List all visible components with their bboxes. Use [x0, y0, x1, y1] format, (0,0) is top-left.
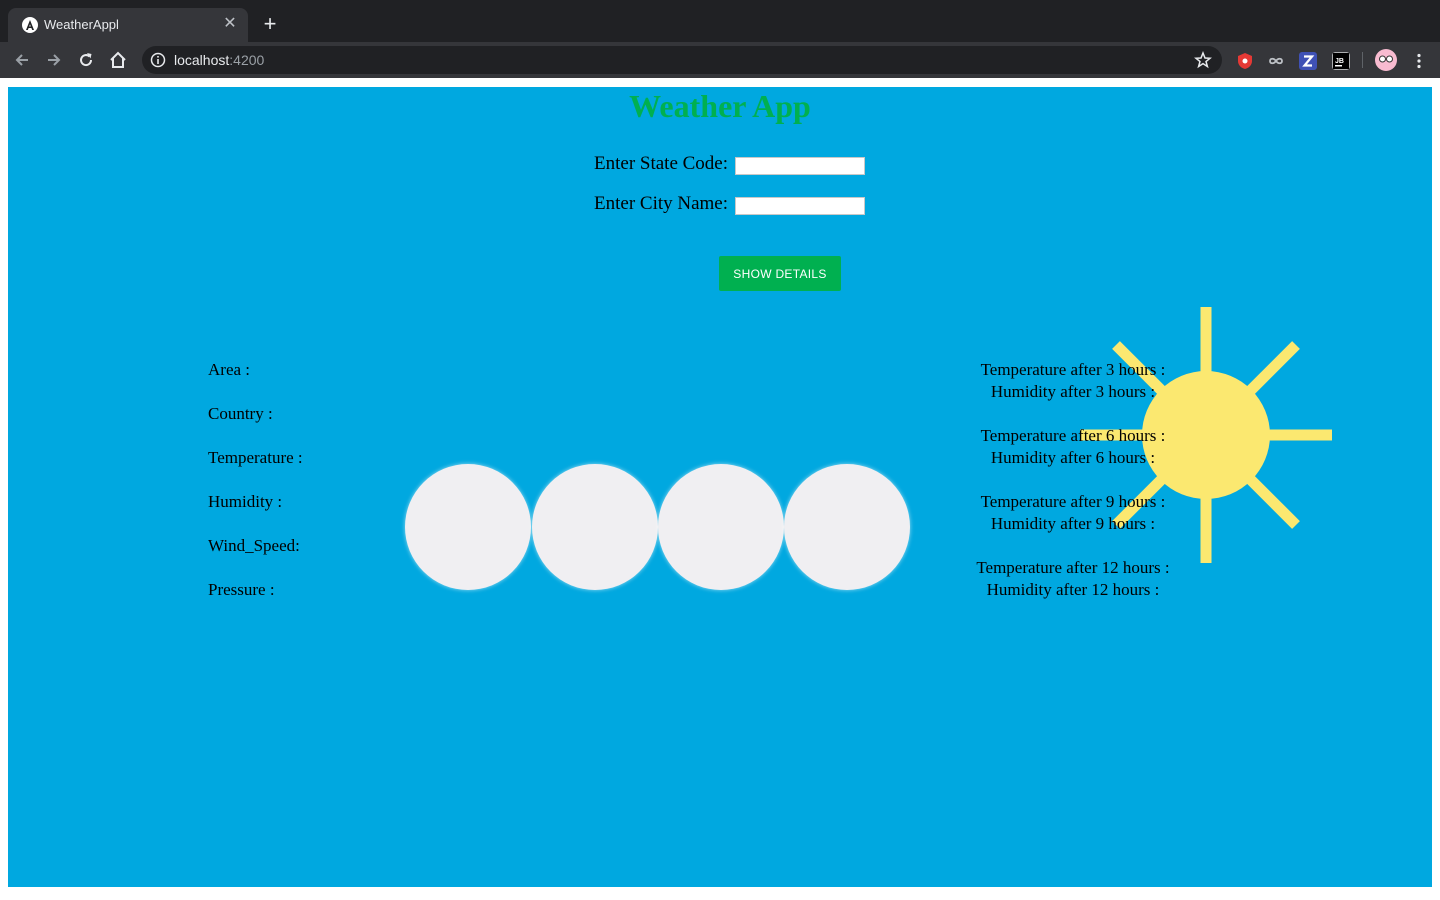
home-icon[interactable] [108, 50, 128, 70]
reload-icon[interactable] [76, 50, 96, 70]
info-icon[interactable] [150, 52, 166, 68]
city-name-label: Enter City Name: [594, 193, 729, 214]
address-bar[interactable]: localhost:4200 [142, 46, 1222, 74]
forecast-humidity-label: Humidity after 3 hours : [990, 382, 1156, 401]
forecast-temperature-label: Temperature after 12 hours : [976, 558, 1170, 577]
forecast-humidity-label: Humidity after 12 hours : [986, 580, 1160, 599]
profile-avatar-icon[interactable] [1375, 49, 1397, 71]
area-label: Area : [208, 360, 251, 379]
browser-tab[interactable]: WeatherAppl ✕ [8, 8, 248, 42]
bookmark-star-icon[interactable] [1194, 51, 1212, 69]
browser-tab-bar: WeatherAppl ✕ + [0, 0, 1440, 42]
forecast-humidity-label: Humidity after 9 hours : [990, 514, 1156, 533]
toolbar-separator [1362, 52, 1363, 68]
forecast-temperature-label: Temperature after 6 hours : [980, 426, 1166, 445]
cloud-circle [658, 464, 784, 590]
forecast-list: Temperature after 3 hours : Humidity aft… [948, 359, 1198, 623]
url-port: :4200 [229, 52, 265, 68]
forecast-item: Temperature after 6 hours : Humidity aft… [948, 425, 1198, 491]
new-tab-icon[interactable]: + [258, 12, 282, 36]
forward-icon[interactable] [44, 50, 64, 70]
city-name-row: Enter City Name: [594, 193, 865, 215]
infinity-icon[interactable] [1267, 52, 1285, 70]
menu-kebab-icon[interactable] [1410, 52, 1428, 70]
state-code-label: Enter State Code: [594, 153, 729, 174]
weather-page: Weather App Enter State Code: Enter City… [8, 87, 1432, 887]
zeplin-z-icon[interactable] [1299, 52, 1317, 70]
extension-shield-icon[interactable] [1236, 52, 1254, 70]
state-code-row: Enter State Code: [594, 153, 865, 175]
browser-toolbar: localhost:4200 JB [0, 42, 1440, 78]
country-label: Country : [208, 404, 273, 423]
tab-title: WeatherAppl [44, 17, 119, 32]
humidity-label: Humidity : [208, 492, 283, 511]
page-title: Weather App [629, 88, 811, 124]
cloud-circle [405, 464, 531, 590]
show-details-button[interactable]: SHOW DETAILS [719, 256, 841, 291]
wind-speed-label: Wind_Speed: [208, 536, 300, 555]
svg-text:JB: JB [1335, 58, 1344, 65]
forecast-temperature-label: Temperature after 3 hours : [980, 360, 1166, 379]
url-text: localhost:4200 [174, 52, 264, 68]
forecast-item: Temperature after 9 hours : Humidity aft… [948, 491, 1198, 557]
state-code-input[interactable] [735, 157, 865, 175]
city-name-input[interactable] [735, 197, 865, 215]
forecast-humidity-label: Humidity after 6 hours : [990, 448, 1156, 467]
jetbrains-icon[interactable]: JB [1332, 52, 1350, 70]
cloud-circle [532, 464, 658, 590]
url-host: localhost [174, 52, 230, 68]
forecast-item: Temperature after 12 hours : Humidity af… [948, 557, 1198, 623]
back-icon[interactable] [12, 50, 32, 70]
close-icon[interactable]: ✕ [220, 14, 240, 34]
current-weather-list: Area : Country : Temperature : Humidity … [208, 359, 303, 623]
cloud-circle [784, 464, 910, 590]
angular-icon [22, 17, 38, 33]
forecast-item: Temperature after 3 hours : Humidity aft… [948, 359, 1198, 425]
temperature-label: Temperature : [208, 448, 303, 467]
pressure-label: Pressure : [208, 580, 275, 599]
forecast-temperature-label: Temperature after 9 hours : [980, 492, 1166, 511]
